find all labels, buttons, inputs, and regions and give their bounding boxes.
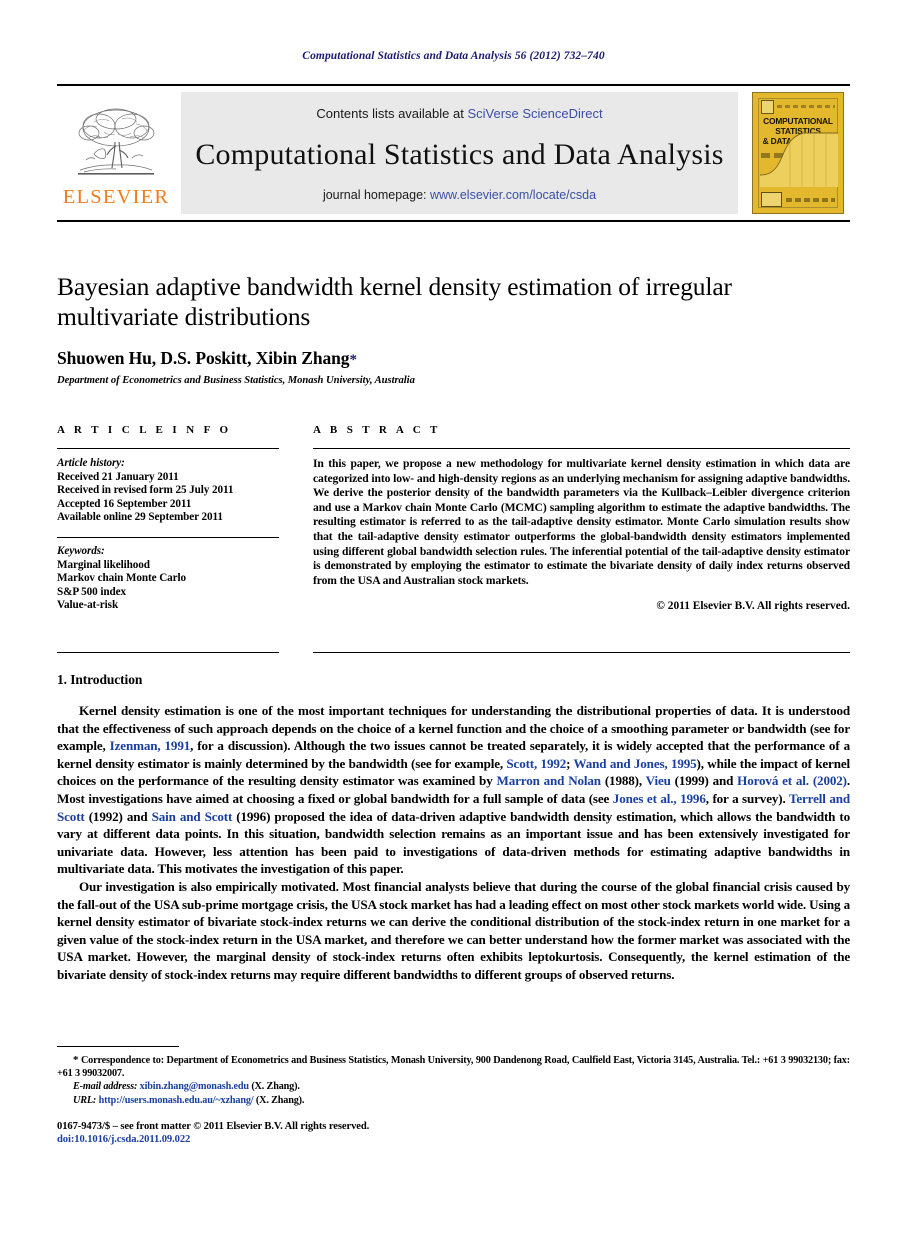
elsevier-wordmark: ELSEVIER — [62, 186, 170, 209]
divider-left — [57, 652, 279, 653]
elsevier-logo: ELSEVIER — [57, 86, 175, 220]
citation-vieu-1999[interactable]: Vieu — [646, 773, 671, 788]
running-head: Computational Statistics and Data Analys… — [302, 50, 605, 62]
keyword-item: Marginal likelihood — [57, 558, 150, 571]
title-block: Bayesian adaptive bandwidth kernel densi… — [57, 272, 850, 386]
citation-sain-scott-1996[interactable]: Sain and Scott — [152, 809, 233, 824]
abstract-column: A B S T R A C T In this paper, we propos… — [313, 424, 850, 613]
article-body: 1. Introduction Kernel density estimatio… — [57, 672, 850, 984]
citation-jones-1996[interactable]: Jones et al., 1996 — [613, 791, 706, 806]
affiliation: Department of Econometrics and Business … — [57, 375, 415, 386]
author-url-link[interactable]: http://users.monash.edu.au/~xzhang/ — [99, 1095, 254, 1106]
article-info-rule — [57, 448, 279, 449]
keywords-block: Keywords: Marginal likelihood Markov cha… — [57, 545, 279, 613]
cover-elsevier-icon — [761, 99, 774, 114]
email-suffix: (X. Zhang). — [251, 1081, 300, 1093]
keywords-rule — [57, 536, 279, 538]
author-list: Shuowen Hu, D.S. Poskitt, Xibin Zhang* — [57, 348, 850, 369]
history-item: Received in revised form 25 July 2011 — [57, 484, 234, 497]
citation-wand-jones-1995[interactable]: Wand and Jones, 1995 — [574, 756, 697, 771]
contents-lists-line: Contents lists available at SciVerse Sci… — [316, 106, 602, 121]
journal-homepage-link[interactable]: www.elsevier.com/locate/csda — [430, 188, 596, 202]
corresponding-author-marker: * — [349, 352, 357, 368]
keyword-item: S&P 500 index — [57, 585, 126, 598]
footer-block: 0167-9473/$ – see front matter © 2011 El… — [57, 1121, 850, 1145]
footnote-url: URL: http://users.monash.edu.au/~xzhang/… — [57, 1094, 850, 1107]
section-heading-introduction: 1. Introduction — [57, 672, 143, 687]
footnote-correspondence-text: Correspondence to: Department of Econome… — [57, 1055, 850, 1080]
section-divider-row — [57, 652, 850, 653]
footnote-rule — [57, 1046, 179, 1047]
footnote-star-marker: * — [73, 1054, 79, 1066]
journal-masthead: ELSEVIER Contents lists available at Sci… — [57, 84, 850, 222]
doi-link[interactable]: doi:10.1016/j.csda.2011.09.022 — [57, 1134, 850, 1145]
text-run: (1999) and — [670, 773, 738, 789]
citation-izenman-1991[interactable]: Izenman, 1991 — [110, 738, 191, 753]
footnote-block: * Correspondence to: Department of Econo… — [57, 1046, 850, 1107]
page-title: Bayesian adaptive bandwidth kernel densi… — [57, 272, 732, 331]
url-suffix: (X. Zhang). — [255, 1094, 305, 1106]
history-item: Available online 29 September 2011 — [57, 511, 223, 524]
article-history-block: Article history: Received 21 January 201… — [57, 457, 279, 525]
paragraph-1: Kernel density estimation is one of the … — [57, 702, 850, 878]
author-names: Shuowen Hu, D.S. Poskitt, Xibin Zhang — [57, 348, 350, 368]
elsevier-tree-icon — [74, 102, 158, 187]
cover-density-curve-icon — [760, 132, 838, 187]
abstract-copyright: © 2011 Elsevier B.V. All rights reserved… — [656, 600, 850, 613]
keywords-label: Keywords: — [57, 544, 105, 557]
text-run: ; — [566, 755, 574, 771]
citation-scott-1992[interactable]: Scott, 1992 — [506, 756, 566, 771]
text-run: (1988), — [600, 773, 646, 789]
journal-title: Computational Statistics and Data Analys… — [195, 137, 724, 171]
abstract-text: In this paper, we propose a new methodol… — [313, 457, 850, 587]
journal-cover-thumbnail: COMPUTATIONAL STATISTICS & DATA ANALYSIS — [746, 86, 850, 220]
article-info-heading: A R T I C L E I N F O — [57, 424, 232, 436]
paragraph-2: Our investigation is also empirically mo… — [57, 878, 850, 982]
email-label: E-mail address: — [73, 1081, 138, 1093]
citation-horova-2002[interactable]: Horová et al. (2002) — [737, 773, 847, 788]
history-item: Accepted 16 September 2011 — [57, 497, 192, 510]
masthead-center: Contents lists available at SciVerse Sci… — [181, 92, 738, 214]
url-label: URL: — [73, 1094, 97, 1106]
journal-homepage-line: journal homepage: www.elsevier.com/locat… — [323, 188, 596, 202]
contents-prefix: Contents lists available at — [316, 106, 468, 121]
cover-badge-icon — [761, 192, 782, 207]
info-abstract-row: A R T I C L E I N F O Article history: R… — [57, 424, 850, 613]
text-run: (1992) and — [84, 808, 152, 824]
abstract-rule — [313, 448, 850, 449]
cover-topbar — [761, 99, 835, 114]
keyword-item: Markov chain Monte Carlo — [57, 572, 187, 585]
issn-line: 0167-9473/$ – see front matter © 2011 El… — [57, 1121, 370, 1132]
cover-image: COMPUTATIONAL STATISTICS & DATA ANALYSIS — [752, 92, 844, 214]
abstract-heading: A B S T R A C T — [313, 424, 441, 436]
article-info-column: A R T I C L E I N F O Article history: R… — [57, 424, 279, 613]
text-run: , for a survey). — [705, 790, 789, 806]
cover-title-line1: COMPUTATIONAL — [763, 116, 833, 126]
divider-right — [313, 652, 850, 653]
cover-footer — [761, 191, 835, 208]
footnote-email: E-mail address: xibin.zhang@monash.edu (… — [57, 1080, 850, 1093]
article-history-label: Article history: — [57, 457, 125, 469]
footnote-correspondence: * Correspondence to: Department of Econo… — [57, 1054, 850, 1080]
cover-footer-text — [786, 197, 835, 202]
email-link[interactable]: xibin.zhang@monash.edu — [140, 1081, 249, 1092]
sciencedirect-link[interactable]: SciVerse ScienceDirect — [467, 106, 602, 121]
citation-marron-nolan-1988[interactable]: Marron and Nolan — [497, 773, 602, 788]
history-item: Received 21 January 2011 — [57, 470, 179, 483]
journal-article-page: Computational Statistics and Data Analys… — [0, 0, 907, 1238]
homepage-prefix: journal homepage: — [322, 188, 430, 202]
keyword-item: Value-at-risk — [57, 599, 119, 612]
cover-micro-text — [777, 105, 835, 108]
